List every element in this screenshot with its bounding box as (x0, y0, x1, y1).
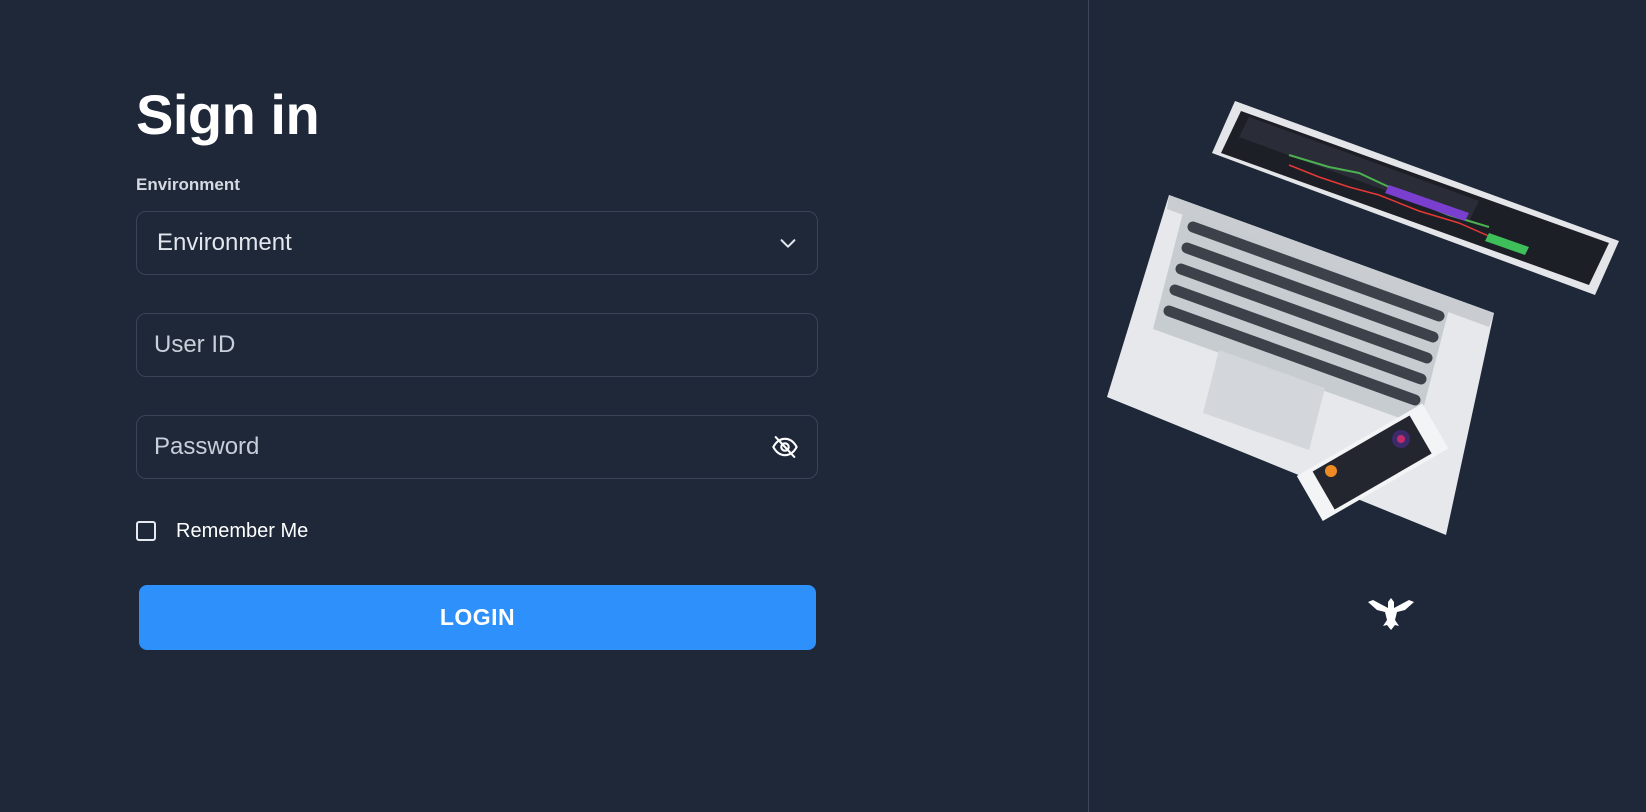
password-field[interactable]: Password (136, 415, 818, 479)
environment-label: Environment (136, 175, 240, 194)
login-button[interactable]: LOGIN (139, 585, 816, 650)
environment-select[interactable]: Environment (136, 211, 818, 275)
remember-me-label: Remember Me (176, 519, 309, 542)
remember-me-checkbox[interactable] (136, 521, 156, 541)
chevron-down-icon (780, 239, 796, 248)
laptop-phone-illustration (1107, 101, 1619, 535)
environment-select-value: Environment (157, 229, 292, 256)
eye-off-icon[interactable] (771, 433, 799, 461)
remember-me[interactable]: Remember Me (136, 519, 308, 543)
hero-panel (1089, 0, 1646, 812)
user-id-field[interactable]: User ID (136, 313, 818, 377)
password-placeholder: Password (154, 433, 260, 460)
eagle-logo-icon (1368, 598, 1414, 630)
user-id-placeholder: User ID (154, 331, 236, 358)
page-title: Sign in (136, 83, 320, 146)
login-panel: Sign in Environment Environment User ID … (0, 0, 1088, 812)
